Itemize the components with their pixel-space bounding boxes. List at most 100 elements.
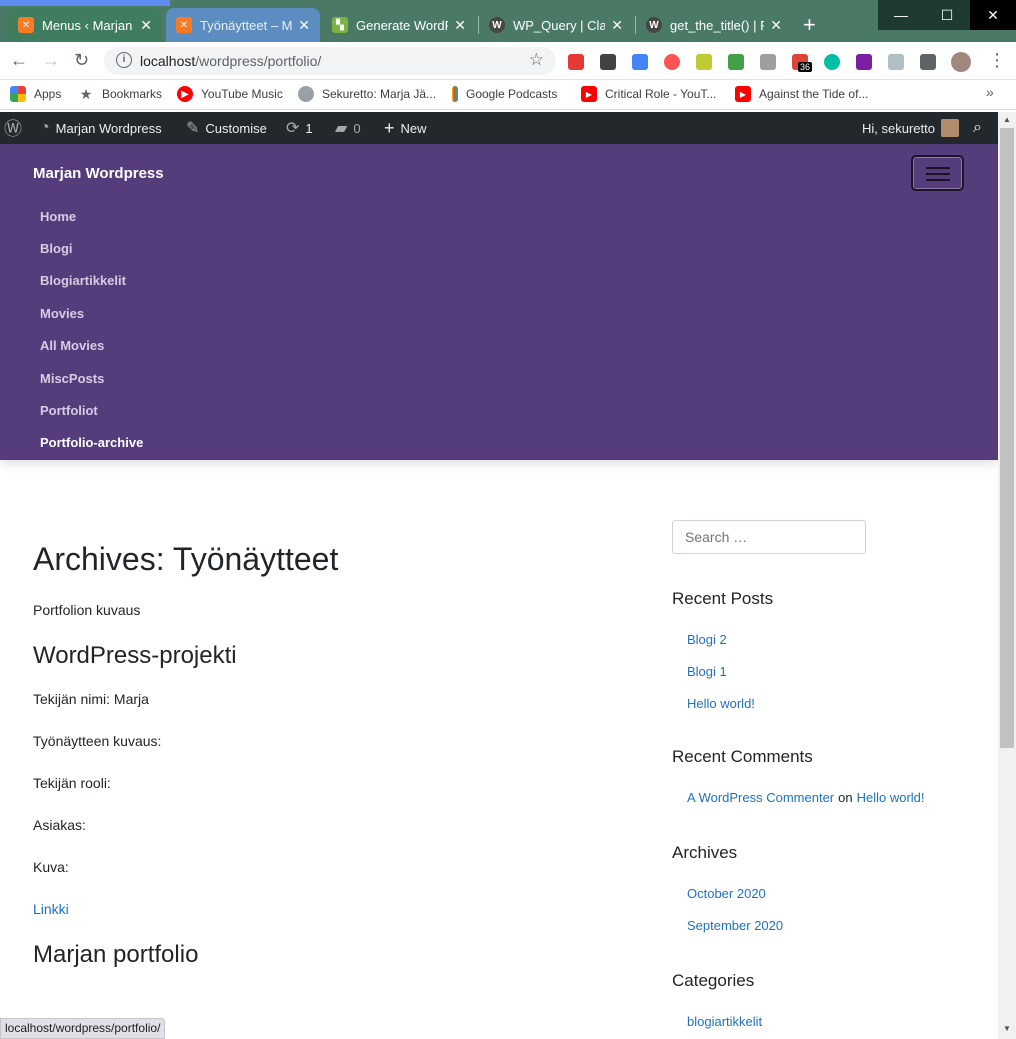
bookmark-label: Bookmarks [102, 87, 163, 101]
admin-site-name-label: Marjan Wordpress [55, 120, 162, 136]
extension-shield-icon[interactable] [888, 54, 904, 70]
bookmark-sekuretto[interactable]: Sekuretto: Marja Jä... [298, 86, 436, 102]
bookmark-star-icon[interactable]: ☆ [529, 50, 544, 70]
site-title-link[interactable]: Marjan Wordpress [33, 165, 164, 182]
scroll-up-arrow-icon[interactable]: ▲ [1003, 115, 1011, 124]
archive-month-link[interactable]: October 2020 [687, 886, 766, 901]
google-podcasts-icon [452, 86, 458, 102]
recent-post-link[interactable]: Hello world! [687, 696, 755, 711]
archive-month-link[interactable]: September 2020 [687, 918, 783, 933]
extensions-puzzle-icon[interactable] [920, 54, 936, 70]
hamburger-bar [926, 179, 950, 181]
browser-toolbar: ← → ↻ i localhost/wordpress/portfolio/ ☆… [0, 42, 1016, 80]
bookmark-apps[interactable]: Apps [10, 86, 61, 102]
nav-item-portfolio-archive[interactable]: Portfolio-archive [40, 427, 143, 459]
bookmark-youtube-music[interactable]: ▶ YouTube Music [177, 86, 283, 102]
extension-triangle-icon[interactable] [760, 54, 776, 70]
window-close-icon[interactable]: ✕ [970, 0, 1016, 30]
back-arrow-icon[interactable]: ← [10, 50, 28, 71]
navbar-toggle-button[interactable] [911, 155, 964, 191]
recent-post-link[interactable]: Blogi 2 [687, 632, 727, 647]
extension-bulb-icon[interactable] [600, 54, 616, 70]
widget-archives: Archives October 2020 September 2020 [672, 843, 972, 941]
browser-menu-icon[interactable]: ⋮ [988, 50, 1006, 71]
reload-icon[interactable]: ↻ [74, 50, 89, 71]
admin-my-account[interactable]: Hi, sekuretto [862, 112, 959, 144]
entry-title[interactable]: WordPress-projekti [33, 642, 633, 671]
close-tab-icon[interactable]: ✕ [454, 17, 466, 34]
close-tab-icon[interactable]: ✕ [770, 17, 782, 34]
minimize-icon[interactable]: — [878, 0, 924, 30]
bookmark-google-podcasts[interactable]: Google Podcasts [452, 86, 557, 102]
nav-item-miscposts[interactable]: MiscPosts [40, 362, 143, 394]
main-content: Archives: Työnäytteet Portfolion kuvaus … [33, 540, 633, 988]
tab-get-the-title[interactable]: W get_the_title() | Fu ✕ [636, 8, 792, 42]
entry-field-client: Asiakas: [33, 817, 86, 834]
nav-item-blogi[interactable]: Blogi [40, 232, 143, 264]
page-scrollbar[interactable]: ▲ ▼ [998, 112, 1016, 1039]
wordpress-logo-icon: Ⓦ [4, 119, 22, 139]
wordpress-icon: W [489, 17, 505, 33]
close-tab-icon[interactable]: ✕ [298, 17, 310, 34]
admin-customise[interactable]: ✎ Customise [186, 112, 267, 144]
bookmark-against-the-tide[interactable]: ▶ Against the Tide of... [735, 86, 868, 102]
hamburger-bar [926, 167, 950, 169]
nav-item-all-movies[interactable]: All Movies [40, 330, 143, 362]
extension-check-icon[interactable] [728, 54, 744, 70]
scrollbar-thumb[interactable] [1000, 128, 1014, 748]
site-info-icon[interactable]: i [116, 52, 132, 68]
recent-post-link[interactable]: Blogi 1 [687, 664, 727, 679]
nav-item-portfoliot[interactable]: Portfoliot [40, 394, 143, 426]
admin-search[interactable]: ⌕ [973, 112, 982, 144]
extension-m-icon[interactable] [824, 54, 840, 70]
extension-drive-icon[interactable] [696, 54, 712, 70]
entry-link[interactable]: Linkki [33, 901, 69, 917]
scroll-down-arrow-icon[interactable]: ▼ [1003, 1024, 1011, 1033]
tab-title: Menus ‹ Marjan W [42, 17, 134, 33]
nav-item-home[interactable]: Home [40, 200, 143, 232]
more-bookmarks-chevron-icon[interactable]: » [986, 84, 994, 100]
close-tab-icon[interactable]: ✕ [140, 17, 152, 34]
profile-avatar[interactable] [951, 52, 971, 72]
categories-list: blogiartikkelit [672, 1005, 972, 1037]
bookmark-label: Sekuretto: Marja Jä... [322, 87, 437, 101]
new-tab-plus-icon[interactable]: + [803, 12, 816, 38]
extension-multicolor-icon[interactable] [568, 54, 584, 70]
youtube-icon: ▶ [735, 86, 751, 102]
wp-logo-menu[interactable]: Ⓦ [4, 112, 22, 144]
comment-author-link[interactable]: A WordPress Commenter [687, 790, 834, 805]
wp-admin-bar: Ⓦ ◔ Marjan Wordpress ✎ Customise ⟳ 1 ▰ 0… [0, 112, 998, 144]
admin-site-name[interactable]: ◔ Marjan Wordpress [40, 112, 162, 144]
admin-new-content[interactable]: + New [384, 112, 427, 144]
bookmark-critical-role[interactable]: ▶ Critical Role - YouT... [581, 86, 716, 102]
admin-comments[interactable]: ▰ 0 [335, 112, 361, 144]
list-item: Blogi 2 [687, 623, 972, 655]
forward-arrow-icon[interactable]: → [42, 50, 60, 71]
entry-title[interactable]: Marjan portfolio [33, 941, 633, 970]
admin-new-label: New [400, 120, 427, 136]
list-item: October 2020 [687, 877, 972, 909]
nav-item-blogiartikkelit[interactable]: Blogiartikkelit [40, 265, 143, 297]
window-controls: — ☐ ✕ [878, 0, 1016, 30]
tab-generatewp[interactable]: ▚ Generate WordPr ✕ [322, 8, 476, 42]
link-status-bubble: localhost/wordpress/portfolio/ [0, 1018, 166, 1039]
tab-tyonaytteet[interactable]: ✕ Työnäytteet – Ma ✕ [166, 8, 320, 42]
extension-calendar-icon[interactable] [632, 54, 648, 70]
onenote-icon[interactable] [856, 54, 872, 70]
admin-comments-count: 0 [353, 120, 361, 136]
comment-post-link[interactable]: Hello world! [857, 790, 925, 805]
widget-categories: Categories blogiartikkelit [672, 971, 972, 1037]
extension-record-icon[interactable] [664, 54, 680, 70]
tab-menus[interactable]: ✕ Menus ‹ Marjan W ✕ [8, 8, 162, 42]
address-bar[interactable]: i localhost/wordpress/portfolio/ ☆ [104, 47, 556, 75]
entry-field-author: Tekijän nimi: Marja [33, 691, 149, 708]
bookmark-bookmarks[interactable]: ★ Bookmarks [78, 86, 162, 102]
dashboard-gauge-icon: ◔ [40, 119, 50, 136]
maximize-icon[interactable]: ☐ [924, 0, 970, 30]
admin-updates[interactable]: ⟳ 1 [286, 112, 313, 144]
close-tab-icon[interactable]: ✕ [611, 17, 623, 34]
search-input[interactable] [672, 520, 866, 554]
nav-item-movies[interactable]: Movies [40, 297, 143, 329]
category-link[interactable]: blogiartikkelit [687, 1014, 762, 1029]
tab-wp-query[interactable]: W WP_Query | Class ✕ [479, 8, 633, 42]
